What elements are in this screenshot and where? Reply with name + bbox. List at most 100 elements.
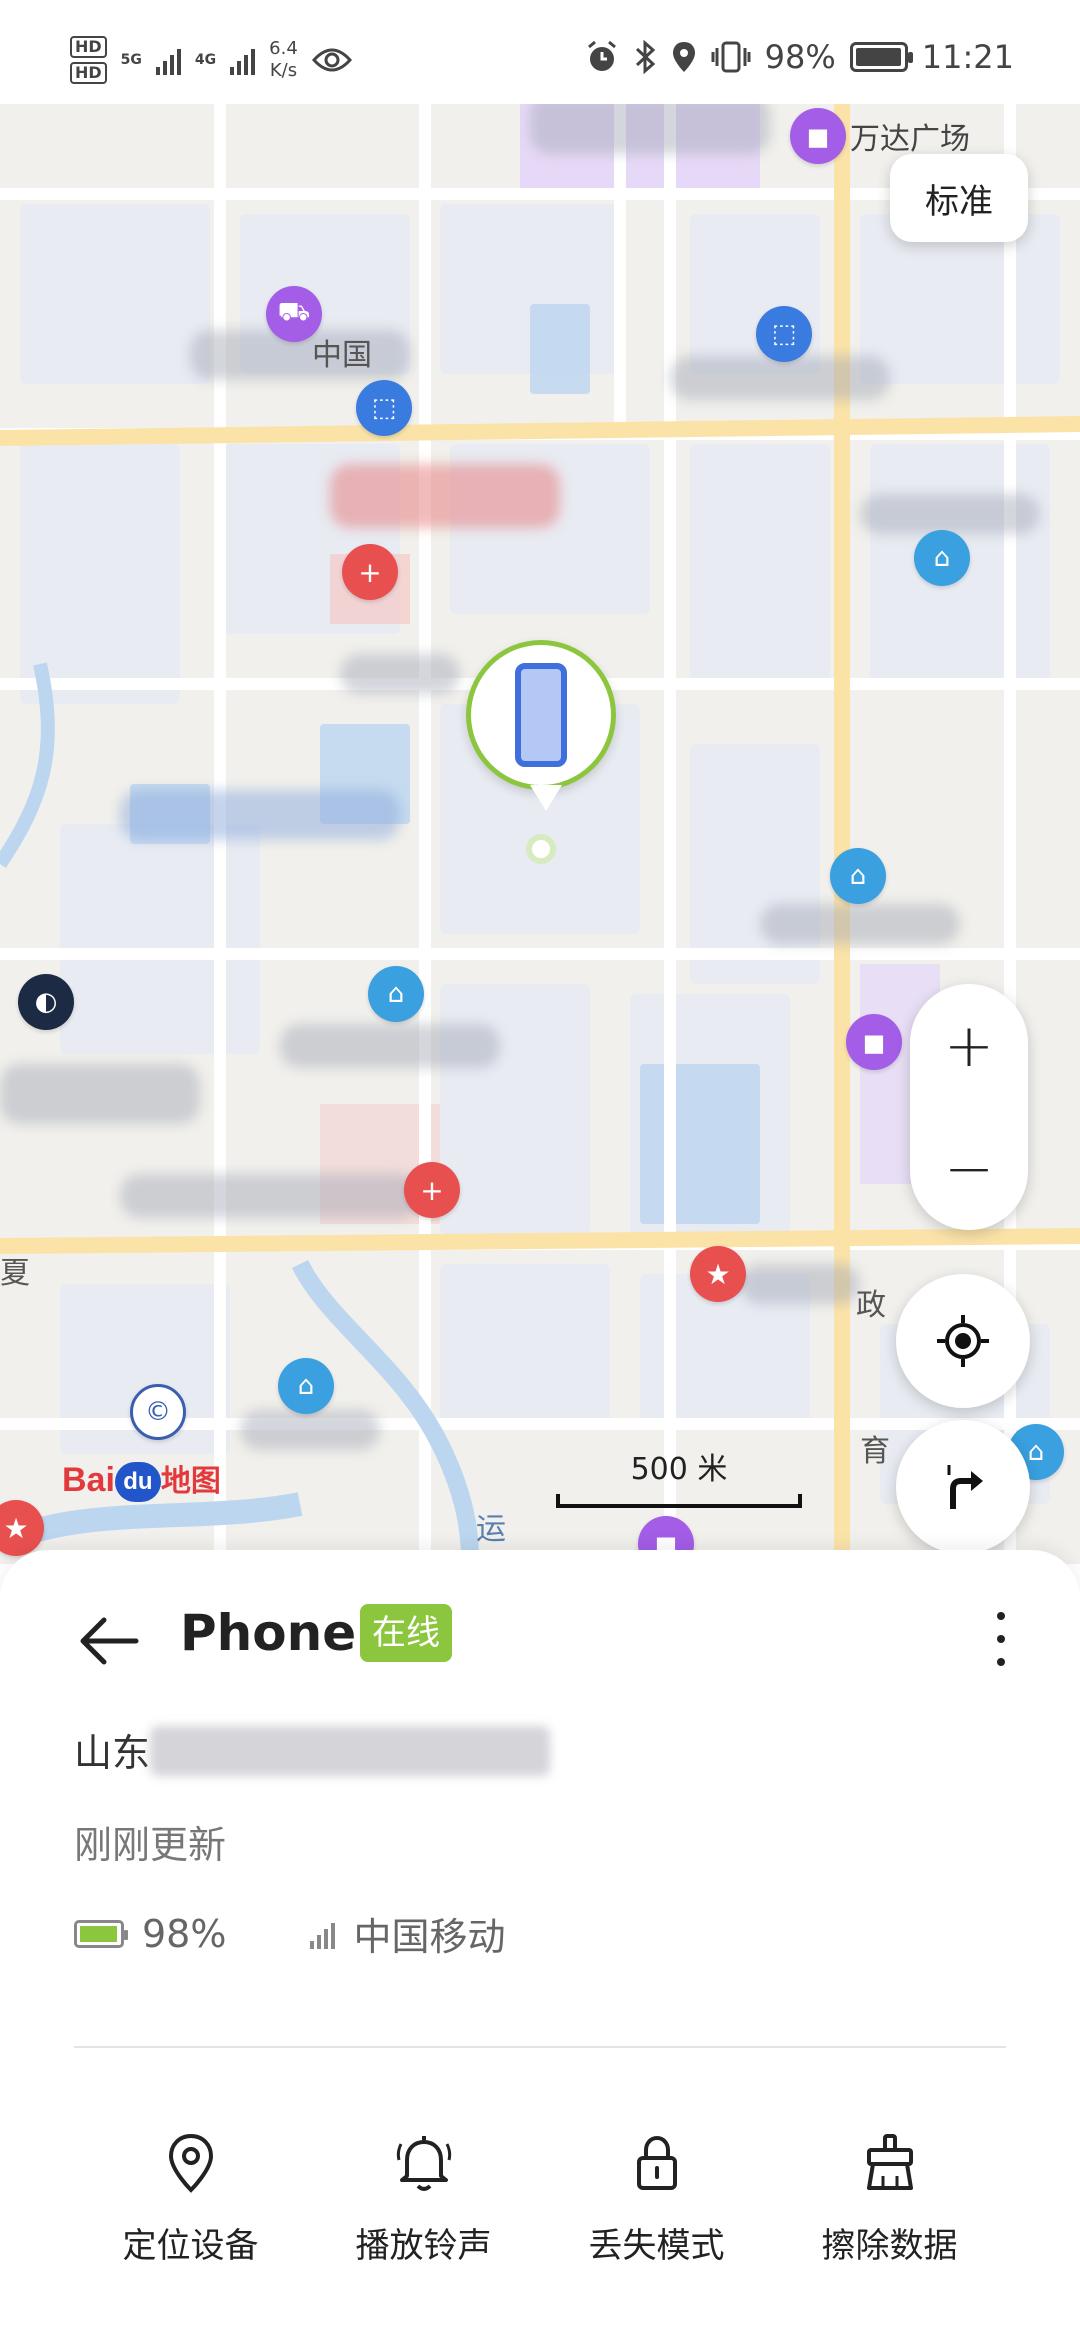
zoom-out-button[interactable]: −	[910, 1107, 1028, 1230]
network-type-1: 5G	[120, 52, 142, 68]
shopping-poi-icon[interactable]: ◼	[846, 1014, 902, 1070]
status-bar: HD HD 5G 4G 6.4 K/s 98% 11:21	[0, 0, 1080, 104]
bus-stop-poi-icon[interactable]: ⬚	[356, 380, 412, 436]
device-stats: 98% 中国移动	[74, 1906, 505, 1961]
online-status-badge: 在线	[360, 1604, 452, 1662]
sim2-hd-badge: HD	[70, 62, 107, 84]
map-label: 夏	[0, 1256, 30, 1291]
map-label-blurred	[0, 1064, 200, 1124]
location-pin-icon	[168, 2133, 213, 2193]
alarm-icon	[587, 40, 616, 71]
turn-right-arrow-icon	[947, 1465, 983, 1509]
logo-brand: Bai	[62, 1461, 115, 1499]
my-location-button[interactable]	[896, 1274, 1030, 1408]
logo-suffix: 地图	[160, 1465, 221, 1498]
map-label-blurred	[280, 1024, 500, 1068]
building-poi-icon[interactable]: ⌂	[278, 1358, 334, 1414]
building-poi-icon[interactable]: ⌂	[914, 530, 970, 586]
hospital-poi-icon[interactable]: +	[342, 544, 398, 600]
map-layer-button[interactable]: 标准	[890, 154, 1028, 242]
carrier-name: 中国移动	[353, 1915, 506, 1959]
action-label: 定位设备	[122, 2226, 259, 2266]
signal-icon	[310, 1919, 336, 1949]
sim1-hd-badge: HD	[70, 36, 107, 58]
scale-label: 500 米	[630, 1452, 728, 1487]
map-label-blurred	[860, 494, 1040, 534]
speed-unit: K/s	[269, 60, 298, 81]
device-location-marker[interactable]	[466, 640, 616, 811]
divider	[74, 2046, 1006, 2048]
battery-icon	[849, 42, 913, 72]
location-icon	[672, 42, 695, 72]
map-label-blurred	[740, 1264, 860, 1304]
map-label-blurred	[120, 790, 400, 840]
baidu-map-logo: Bai du 地图	[62, 1456, 221, 1503]
vibrate-icon	[711, 41, 751, 73]
signal-1-icon	[155, 45, 181, 75]
map-label: 中国	[312, 338, 372, 373]
map-label-blurred	[760, 904, 960, 944]
map-label: 政	[856, 1288, 886, 1323]
signal-2-icon	[230, 45, 256, 75]
map-label-blurred	[340, 654, 460, 694]
locate-device-button[interactable]: 定位设备	[74, 2130, 307, 2267]
logo-mark: du	[114, 1462, 161, 1503]
map-label: 育	[860, 1434, 890, 1469]
eraser-icon	[866, 2134, 913, 2190]
lock-icon	[636, 2135, 677, 2190]
clock: 11:21	[921, 38, 1014, 76]
map-label-blurred	[330, 464, 560, 528]
hospital-poi-icon[interactable]: +	[404, 1162, 460, 1218]
map-label-blurred	[120, 1174, 420, 1218]
device-name: Phone	[180, 1604, 357, 1662]
map-pin-poi-icon[interactable]: ◐	[18, 974, 74, 1030]
play-sound-button[interactable]: 播放铃声	[307, 2130, 540, 2267]
address-redacted	[150, 1726, 550, 1776]
sim-indicators: HD HD	[70, 36, 107, 84]
action-label: 擦除数据	[821, 2226, 958, 2266]
map-label: 万达广场	[850, 122, 970, 157]
speed-value: 6.4	[269, 38, 298, 59]
map-label-blurred	[530, 104, 770, 154]
map-view[interactable]: 万达广场 中国 夏 政 育 运 ◼ ⛟ ⬚ ⬚ ⌂ + ⌂ ⌂ ◐ ◼ + ★ …	[0, 104, 1080, 1564]
update-time: 刚刚更新	[74, 1823, 227, 1867]
building-poi-icon[interactable]: ⌂	[368, 966, 424, 1022]
map-scale: 500 米	[556, 1444, 802, 1508]
action-bar: 定位设备 播放铃声 丢失模式 擦除数据	[74, 2130, 1006, 2267]
phone-icon	[515, 663, 567, 767]
erase-data-button[interactable]: 擦除数据	[773, 2130, 1006, 2267]
battery-percent: 98%	[142, 1911, 227, 1956]
status-left: HD HD 5G 4G 6.4 K/s	[70, 30, 352, 90]
battery-icon	[74, 1919, 128, 1948]
status-right: 98% 11:21	[585, 38, 1014, 76]
shopping-cart-poi-icon[interactable]: ⛟	[266, 286, 322, 342]
battery-percent: 98%	[764, 38, 836, 76]
bank-poi-icon[interactable]: ©	[130, 1384, 186, 1440]
building-poi-icon[interactable]: ⌂	[830, 848, 886, 904]
bluetooth-icon	[635, 40, 655, 74]
network-type-2: 4G	[194, 52, 217, 68]
network-speed: 6.4 K/s	[269, 38, 298, 82]
shopping-poi-icon[interactable]: ◼	[790, 108, 846, 164]
more-options-icon[interactable]	[986, 1604, 1016, 1674]
bell-icon	[396, 2136, 451, 2191]
zoom-in-button[interactable]: +	[910, 984, 1028, 1107]
back-arrow-icon[interactable]	[74, 1606, 144, 1676]
navigate-button[interactable]	[896, 1420, 1030, 1554]
bus-stop-poi-icon[interactable]: ⬚	[756, 306, 812, 362]
battery-fill	[855, 48, 901, 66]
star-poi-icon[interactable]: ★	[690, 1246, 746, 1302]
device-position-dot	[526, 834, 556, 864]
zoom-controls: + −	[910, 984, 1028, 1230]
eye-icon	[311, 48, 352, 72]
device-info-sheet: Phone 在线 山东 刚刚更新 98% 中国移动 定位设备 播放铃声 丢失模式…	[0, 1550, 1080, 2340]
map-label-blurred	[240, 1410, 380, 1450]
lost-mode-button[interactable]: 丢失模式	[540, 2130, 773, 2267]
map-label: 运	[476, 1512, 506, 1547]
action-label: 播放铃声	[355, 2226, 492, 2266]
crosshair-icon	[937, 1315, 989, 1367]
action-label: 丢失模式	[588, 2226, 725, 2266]
scale-bar	[556, 1494, 802, 1508]
battery-level	[80, 1925, 118, 1942]
device-address: 山东	[74, 1731, 151, 1775]
